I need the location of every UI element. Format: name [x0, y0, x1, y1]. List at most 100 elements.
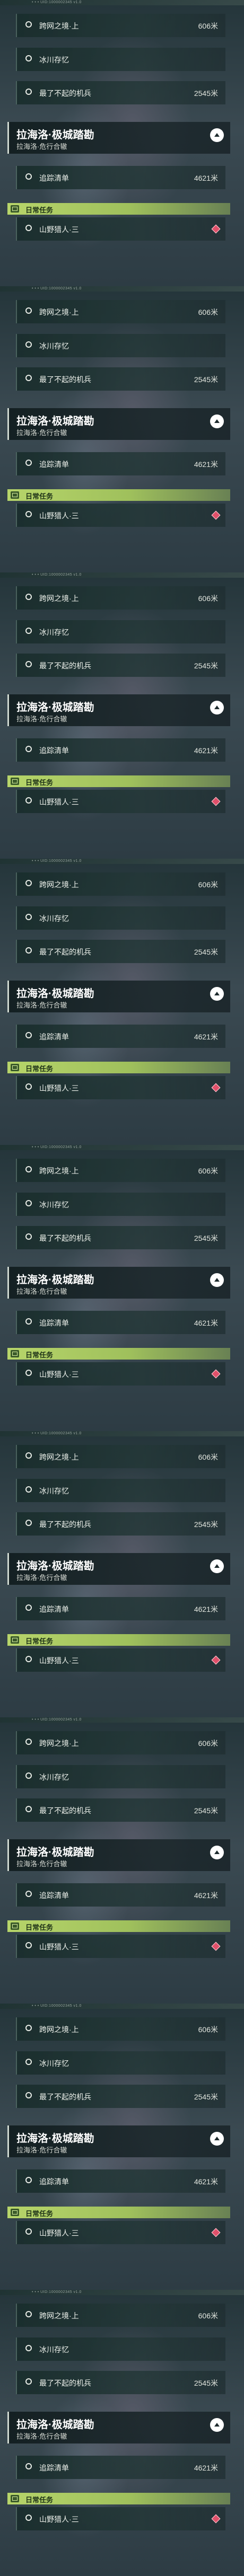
- quest-row-q2[interactable]: 冰川存忆: [16, 1193, 225, 1216]
- daily-task-icon: [11, 778, 19, 785]
- diamond-marker-icon[interactable]: [211, 1655, 221, 1665]
- chevron-up-icon[interactable]: [210, 701, 224, 714]
- quest-row-q5[interactable]: 山野猎人·三: [16, 790, 225, 813]
- quest-row-q1[interactable]: 跨网之境·上 606米: [16, 14, 225, 37]
- quest-row-q5[interactable]: 山野猎人·三: [16, 2221, 225, 2244]
- quest-row-q1[interactable]: 跨网之境·上 606米: [16, 2017, 225, 2041]
- quest-row-q3[interactable]: 最了不起的机兵 2545米: [16, 2371, 225, 2394]
- quest-title: 最了不起的机兵: [39, 948, 91, 956]
- top-status-strip: • • • UID:1000002345 v1.0: [0, 2290, 244, 2295]
- quest-distance: 4621米: [194, 1605, 218, 1613]
- daily-tasks-bar[interactable]: 日常任务: [7, 1920, 230, 1932]
- daily-tasks-bar[interactable]: 日常任务: [7, 203, 230, 215]
- quest-title: 跨网之境·上: [39, 1453, 79, 1461]
- quest-group-header[interactable]: 拉海洛·极城踏勘 拉海洛·危行合辙: [7, 2412, 230, 2443]
- diamond-marker-icon[interactable]: [211, 797, 221, 806]
- chevron-up-icon[interactable]: [210, 1559, 224, 1573]
- diamond-marker-icon[interactable]: [211, 2514, 221, 2524]
- diamond-marker-icon[interactable]: [211, 1942, 221, 1951]
- quest-title: 山野猎人·三: [39, 2515, 79, 2524]
- quest-row-q3[interactable]: 最了不起的机兵 2545米: [16, 940, 225, 963]
- diamond-marker-icon[interactable]: [211, 1369, 221, 1379]
- quest-group-header[interactable]: 拉海洛·极城踏勘 拉海洛·危行合辙: [7, 408, 230, 440]
- daily-tasks-label: 日常任务: [25, 206, 54, 214]
- quest-row-q2[interactable]: 冰川存忆: [16, 2337, 225, 2361]
- quest-row-q1[interactable]: 跨网之境·上 606米: [16, 872, 225, 896]
- quest-row-q4[interactable]: 追踪清单 4621米: [16, 1025, 225, 1048]
- quest-row-q3[interactable]: 最了不起的机兵 2545米: [16, 2085, 225, 2108]
- quest-row-q2[interactable]: 冰川存忆: [16, 1765, 225, 1788]
- chevron-up-icon[interactable]: [210, 1273, 224, 1287]
- quest-group-title: 拉海洛·极城踏勘: [16, 702, 94, 713]
- quest-group-header[interactable]: 拉海洛·极城踏勘 拉海洛·危行合辙: [7, 694, 230, 726]
- quest-group-header[interactable]: 拉海洛·极城踏勘 拉海洛·危行合辙: [7, 981, 230, 1012]
- quest-row-q5[interactable]: 山野猎人·三: [16, 2507, 225, 2530]
- quest-group-header[interactable]: 拉海洛·极城踏勘 拉海洛·危行合辙: [7, 1553, 230, 1585]
- quest-row-q1[interactable]: 跨网之境·上 606米: [16, 300, 225, 323]
- quest-row-q1[interactable]: 跨网之境·上 606米: [16, 1731, 225, 1754]
- quest-row-q4[interactable]: 追踪清单 4621米: [16, 2456, 225, 2479]
- quest-title: 追踪清单: [39, 1033, 69, 1041]
- daily-tasks-bar[interactable]: 日常任务: [7, 775, 230, 787]
- quest-row-q4[interactable]: 追踪清单 4621米: [16, 1597, 225, 1620]
- quest-row-q2[interactable]: 冰川存忆: [16, 2051, 225, 2075]
- quest-row-q3[interactable]: 最了不起的机兵 2545米: [16, 1512, 225, 1536]
- quest-row-q3[interactable]: 最了不起的机兵 2545米: [16, 367, 225, 391]
- daily-tasks-bar[interactable]: 日常任务: [7, 1634, 230, 1646]
- chevron-up-icon[interactable]: [210, 1846, 224, 1859]
- quest-row-q5[interactable]: 山野猎人·三: [16, 1076, 225, 1099]
- quest-row-q3[interactable]: 最了不起的机兵 2545米: [16, 1798, 225, 1822]
- quest-row-q3[interactable]: 最了不起的机兵 2545米: [16, 81, 225, 104]
- quest-row-q5[interactable]: 山野猎人·三: [16, 1362, 225, 1386]
- quest-row-q3[interactable]: 最了不起的机兵 2545米: [16, 1226, 225, 1249]
- daily-tasks-bar[interactable]: 日常任务: [7, 2207, 230, 2218]
- daily-tasks-bar[interactable]: 日常任务: [7, 2493, 230, 2504]
- quest-row-q5[interactable]: 山野猎人·三: [16, 217, 225, 241]
- diamond-marker-icon[interactable]: [211, 2228, 221, 2237]
- daily-tasks-bar[interactable]: 日常任务: [7, 1062, 230, 1073]
- daily-task-icon: [11, 2495, 19, 2502]
- quest-title: 山野猎人·三: [39, 511, 79, 520]
- diamond-marker-icon[interactable]: [211, 510, 221, 520]
- quest-row-q4[interactable]: 追踪清单 4621米: [16, 1883, 225, 1907]
- quest-row-q2[interactable]: 冰川存忆: [16, 1479, 225, 1502]
- quest-group-title: 拉海洛·极城踏勘: [16, 1560, 94, 1572]
- chevron-up-icon[interactable]: [210, 2418, 224, 2432]
- quest-group-header[interactable]: 拉海洛·极城踏勘 拉海洛·危行合辙: [7, 1839, 230, 1871]
- diamond-marker-icon[interactable]: [211, 224, 221, 234]
- quest-row-q2[interactable]: 冰川存忆: [16, 620, 225, 643]
- quest-group-header[interactable]: 拉海洛·极城踏勘 拉海洛·危行合辙: [7, 1267, 230, 1299]
- quest-row-q4[interactable]: 追踪清单 4621米: [16, 1311, 225, 1334]
- quest-title: 追踪清单: [39, 2177, 69, 2186]
- quest-row-q1[interactable]: 跨网之境·上 606米: [16, 586, 225, 610]
- quest-row-q2[interactable]: 冰川存忆: [16, 906, 225, 930]
- chevron-up-icon[interactable]: [210, 987, 224, 1001]
- quest-title: 冰川存忆: [39, 1487, 69, 1495]
- quest-row-q5[interactable]: 山野猎人·三: [16, 1648, 225, 1672]
- diamond-marker-icon[interactable]: [211, 1083, 221, 1092]
- quest-row-q5[interactable]: 山野猎人·三: [16, 1935, 225, 1958]
- quest-row-q1[interactable]: 跨网之境·上 606米: [16, 2304, 225, 2327]
- quest-group-header[interactable]: 拉海洛·极城踏勘 拉海洛·危行合辙: [7, 122, 230, 154]
- daily-tasks-bar[interactable]: 日常任务: [7, 1348, 230, 1360]
- quest-title: 山野猎人·三: [39, 1084, 79, 1092]
- quest-group-header[interactable]: 拉海洛·极城踏勘 拉海洛·危行合辙: [7, 2125, 230, 2157]
- quest-row-q4[interactable]: 追踪清单 4621米: [16, 2169, 225, 2193]
- quest-row-q1[interactable]: 跨网之境·上 606米: [16, 1159, 225, 1182]
- quest-row-q4[interactable]: 追踪清单 4621米: [16, 452, 225, 475]
- tracker-panel: • • • UID:1000002345 v1.0 跨网之境·上 606米 冰川存忆最…: [0, 2290, 244, 2576]
- quest-row-q2[interactable]: 冰川存忆: [16, 334, 225, 357]
- daily-tasks-bar[interactable]: 日常任务: [7, 489, 230, 501]
- chevron-up-icon[interactable]: [210, 2132, 224, 2146]
- quest-group-title: 拉海洛·极城踏勘: [16, 1274, 94, 1286]
- quest-row-q1[interactable]: 跨网之境·上 606米: [16, 1445, 225, 1468]
- quest-row-q3[interactable]: 最了不起的机兵 2545米: [16, 654, 225, 677]
- quest-row-q4[interactable]: 追踪清单 4621米: [16, 738, 225, 762]
- chevron-up-icon[interactable]: [210, 414, 224, 428]
- quest-title: 冰川存忆: [39, 2059, 69, 2068]
- quest-row-q4[interactable]: 追踪清单 4621米: [16, 166, 225, 189]
- quest-row-q5[interactable]: 山野猎人·三: [16, 504, 225, 527]
- chevron-up-icon[interactable]: [210, 128, 224, 142]
- quest-row-q2[interactable]: 冰川存忆: [16, 48, 225, 71]
- daily-task-icon: [11, 205, 19, 213]
